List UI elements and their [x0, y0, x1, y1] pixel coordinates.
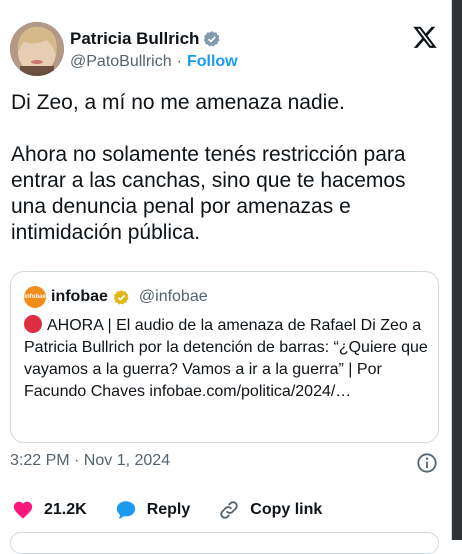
tweet-card: Patricia Bullrich @PatoBullrich · Follow…	[0, 0, 452, 554]
avatar-image	[10, 22, 64, 76]
x-logo-icon[interactable]	[412, 24, 438, 50]
quoted-tweet[interactable]: infobae infobae @infobae AHORA | El audi…	[10, 271, 439, 443]
handle-row: @PatoBullrich · Follow	[70, 53, 238, 71]
author-handle[interactable]: @PatoBullrich	[70, 53, 172, 71]
author-name[interactable]: Patricia Bullrich	[70, 29, 199, 49]
tweet-text: Di Zeo, a mí no me amenaza nadie. Ahora …	[11, 91, 406, 244]
follow-button[interactable]: Follow	[187, 53, 238, 71]
verified-badge-icon	[204, 31, 221, 47]
avatar[interactable]	[10, 22, 64, 76]
link-icon	[220, 501, 238, 519]
reply-label: Reply	[146, 501, 191, 518]
copy-link-label: Copy link	[250, 501, 323, 518]
like-button[interactable]: 21.2K	[12, 499, 87, 521]
quoted-tweet-text-block: AHORA | El audio de la amenaza de Rafael…	[24, 315, 429, 403]
heart-icon	[13, 501, 33, 519]
reply-bubble-icon	[116, 501, 135, 520]
info-icon[interactable]	[416, 452, 438, 474]
quoted-author-name: infobae	[51, 288, 108, 305]
quoted-avatar: infobae	[24, 286, 46, 308]
quoted-tweet-header: infobae infobae @infobae	[24, 286, 208, 308]
quoted-tweet-text: AHORA | El audio de la amenaza de Rafael…	[24, 317, 428, 400]
read-replies-box[interactable]	[10, 532, 439, 554]
tweet-meta: 3:22 PM · Nov 1, 2024	[10, 452, 438, 476]
right-edge-panel	[452, 0, 462, 540]
red-circle-icon	[24, 315, 42, 333]
action-bar: 21.2K Reply Copy link	[12, 499, 350, 521]
timestamp[interactable]: 3:22 PM · Nov 1, 2024	[10, 452, 170, 469]
copy-link-button[interactable]: Copy link	[218, 499, 322, 521]
author-name-row: Patricia Bullrich	[70, 29, 221, 49]
quoted-author-handle: @infobae	[138, 288, 208, 305]
tweet-header: Patricia Bullrich @PatoBullrich · Follow	[10, 22, 440, 78]
like-count: 21.2K	[44, 501, 87, 518]
handle-separator: ·	[176, 53, 182, 70]
gold-verified-badge-icon	[113, 289, 129, 305]
reply-button[interactable]: Reply	[115, 499, 191, 521]
